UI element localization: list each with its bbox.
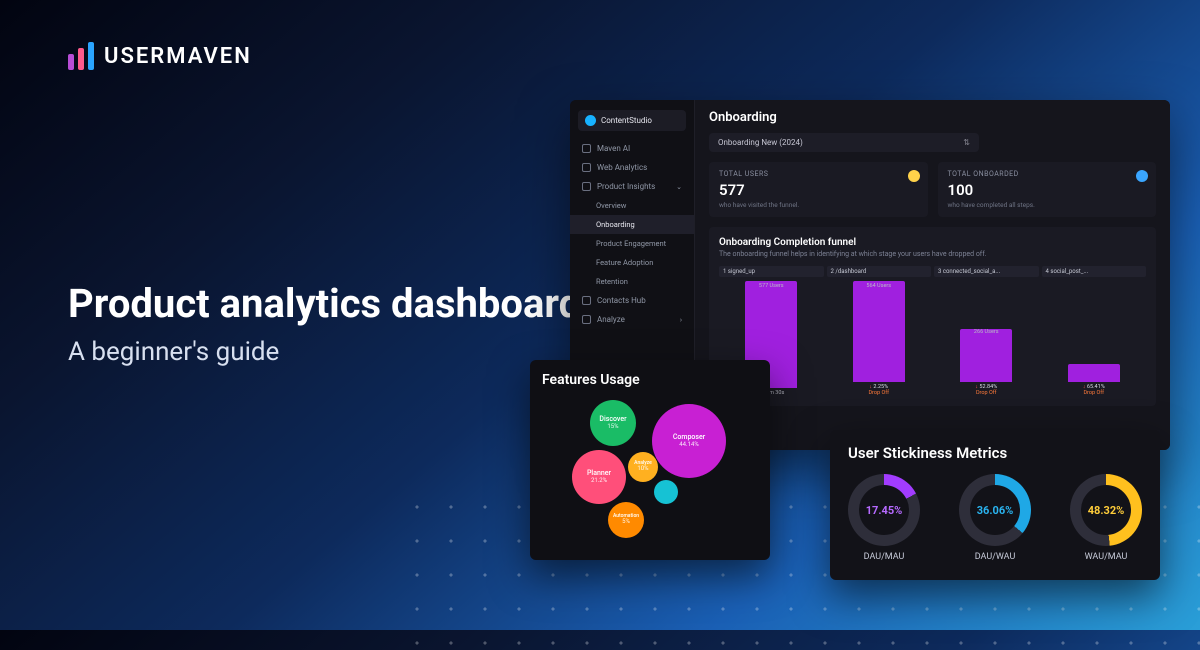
nav-onboarding[interactable]: Onboarding [570,215,694,234]
nav-label: Analyze [597,315,625,324]
stickiness-card: User Stickiness Metrics 17.45% DAU/MAU 3… [830,430,1160,580]
workspace-name: ContentStudio [601,116,652,125]
gauge-dau-wau: 36.06% DAU/WAU [959,474,1031,562]
nav-label: Retention [596,277,628,286]
features-usage-card: Features Usage Discover 15% Composer 44.… [530,360,770,560]
funnel-step: 2 /dashboard [827,266,932,277]
funnel-card: Onboarding Completion funnel The onboard… [709,227,1156,406]
bubble-planner[interactable]: Planner 21.2% [572,450,626,504]
gauge-wau-mau: 48.32% WAU/MAU [1070,474,1142,562]
globe-icon [582,163,591,172]
bubble-automation[interactable]: Automation 5% [608,502,644,538]
bubble-small[interactable] [654,480,678,504]
gauge-value: 36.06% [959,474,1031,546]
users-icon [582,296,591,305]
stat-total-users: TOTAL USERS 577 who have visited the fun… [709,162,928,217]
nav-label: Maven AI [597,144,630,153]
chevron-down-icon: ⌄ [676,183,682,191]
brand-name: USERMAVEN [104,44,252,69]
nav-product-engagement[interactable]: Product Engagement [570,234,694,253]
features-title: Features Usage [542,372,758,388]
box-icon [582,182,591,191]
hero-text: Product analytics dashboard A beginner's… [68,280,581,367]
funnel-step: 4 social_post_... [1042,266,1147,277]
gauge-label: DAU/WAU [975,552,1016,562]
nav-maven-ai[interactable]: Maven AI [570,139,694,158]
users-icon [908,170,920,182]
bar-col: 564 Users ↓ 2.25%Drop Off [827,281,932,396]
nav-label: Onboarding [596,220,635,229]
nav-label: Contacts Hub [597,296,646,305]
funnel-steps: 1 signed_up 2 /dashboard 3 connected_soc… [719,266,1146,277]
bubble-discover[interactable]: Discover 15% [590,400,636,446]
funnel-selector[interactable]: Onboarding New (2024) ⇅ [709,133,979,152]
bar-users: 577 Users [759,283,784,289]
stat-label: TOTAL USERS [719,170,918,178]
gauge-label: DAU/MAU [864,552,905,562]
chevron-updown-icon: ⇅ [963,138,970,147]
stickiness-title: User Stickiness Metrics [848,444,1142,462]
bar-col: ↓ 65.41%Drop Off [1042,281,1147,396]
bubble-composer[interactable]: Composer 44.14% [652,404,726,478]
nav-label: Product Engagement [596,239,666,248]
workspace-icon [585,115,596,126]
bar-drop: ↓ 52.84%Drop Off [975,384,997,396]
nav-web-analytics[interactable]: Web Analytics [570,158,694,177]
hero-title: Product analytics dashboard [68,280,581,327]
check-icon [1136,170,1148,182]
nav-overview[interactable]: Overview [570,196,694,215]
bar-drop: ↓ 2.25%Drop Off [868,384,889,396]
sparkle-icon [582,144,591,153]
funnel-step: 3 connected_social_a... [934,266,1039,277]
logo-icon [68,42,94,70]
stat-value: 577 [719,181,918,199]
funnel-bars: 577 Users ■ 13m 30s 564 Users ↓ 2.25%Dro… [719,281,1146,396]
funnel-title: Onboarding Completion funnel [719,237,1146,248]
bar-col: 266 Users ↓ 52.84%Drop Off [934,281,1039,396]
selector-value: Onboarding New (2024) [718,138,803,147]
gauge-dau-mau: 17.45% DAU/MAU [848,474,920,562]
bubble-analyze[interactable]: Analyze 10% [628,452,658,482]
gauge-row: 17.45% DAU/MAU 36.06% DAU/WAU 48.32% WAU… [848,474,1142,562]
nav-contacts-hub[interactable]: Contacts Hub [570,291,694,310]
gauge-label: WAU/MAU [1085,552,1128,562]
stat-sub: who have visited the funnel. [719,201,918,209]
funnel-step: 1 signed_up [719,266,824,277]
bar-users: 564 Users [866,283,891,289]
page-title: Onboarding [709,110,1156,125]
stat-label: TOTAL ONBOARDED [948,170,1147,178]
stat-sub: who have completed all steps. [948,201,1147,209]
bar-users: 266 Users [974,329,999,335]
nav-label: Product Insights [597,182,655,191]
stat-total-onboarded: TOTAL ONBOARDED 100 who have completed a… [938,162,1157,217]
bar-drop: ↓ 65.41%Drop Off [1083,384,1105,396]
gauge-value: 17.45% [848,474,920,546]
chevron-right-icon: › [680,316,682,324]
nav-retention[interactable]: Retention [570,272,694,291]
hero-subtitle: A beginner's guide [68,337,581,367]
nav-label: Web Analytics [597,163,647,172]
stat-value: 100 [948,181,1147,199]
workspace-switcher[interactable]: ContentStudio [578,110,686,131]
nav-feature-adoption[interactable]: Feature Adoption [570,253,694,272]
gauge-value: 48.32% [1070,474,1142,546]
stat-row: TOTAL USERS 577 who have visited the fun… [709,162,1156,217]
nav-product-insights[interactable]: Product Insights ⌄ [570,177,694,196]
brand-logo: USERMAVEN [68,42,252,70]
nav-analyze[interactable]: Analyze › [570,310,694,329]
nav-label: Overview [596,201,626,210]
nav-label: Feature Adoption [596,258,653,267]
bubble-chart: Discover 15% Composer 44.14% Planner 21.… [542,394,758,549]
funnel-desc: The onboarding funnel helps in identifyi… [719,250,1146,258]
chart-icon [582,315,591,324]
